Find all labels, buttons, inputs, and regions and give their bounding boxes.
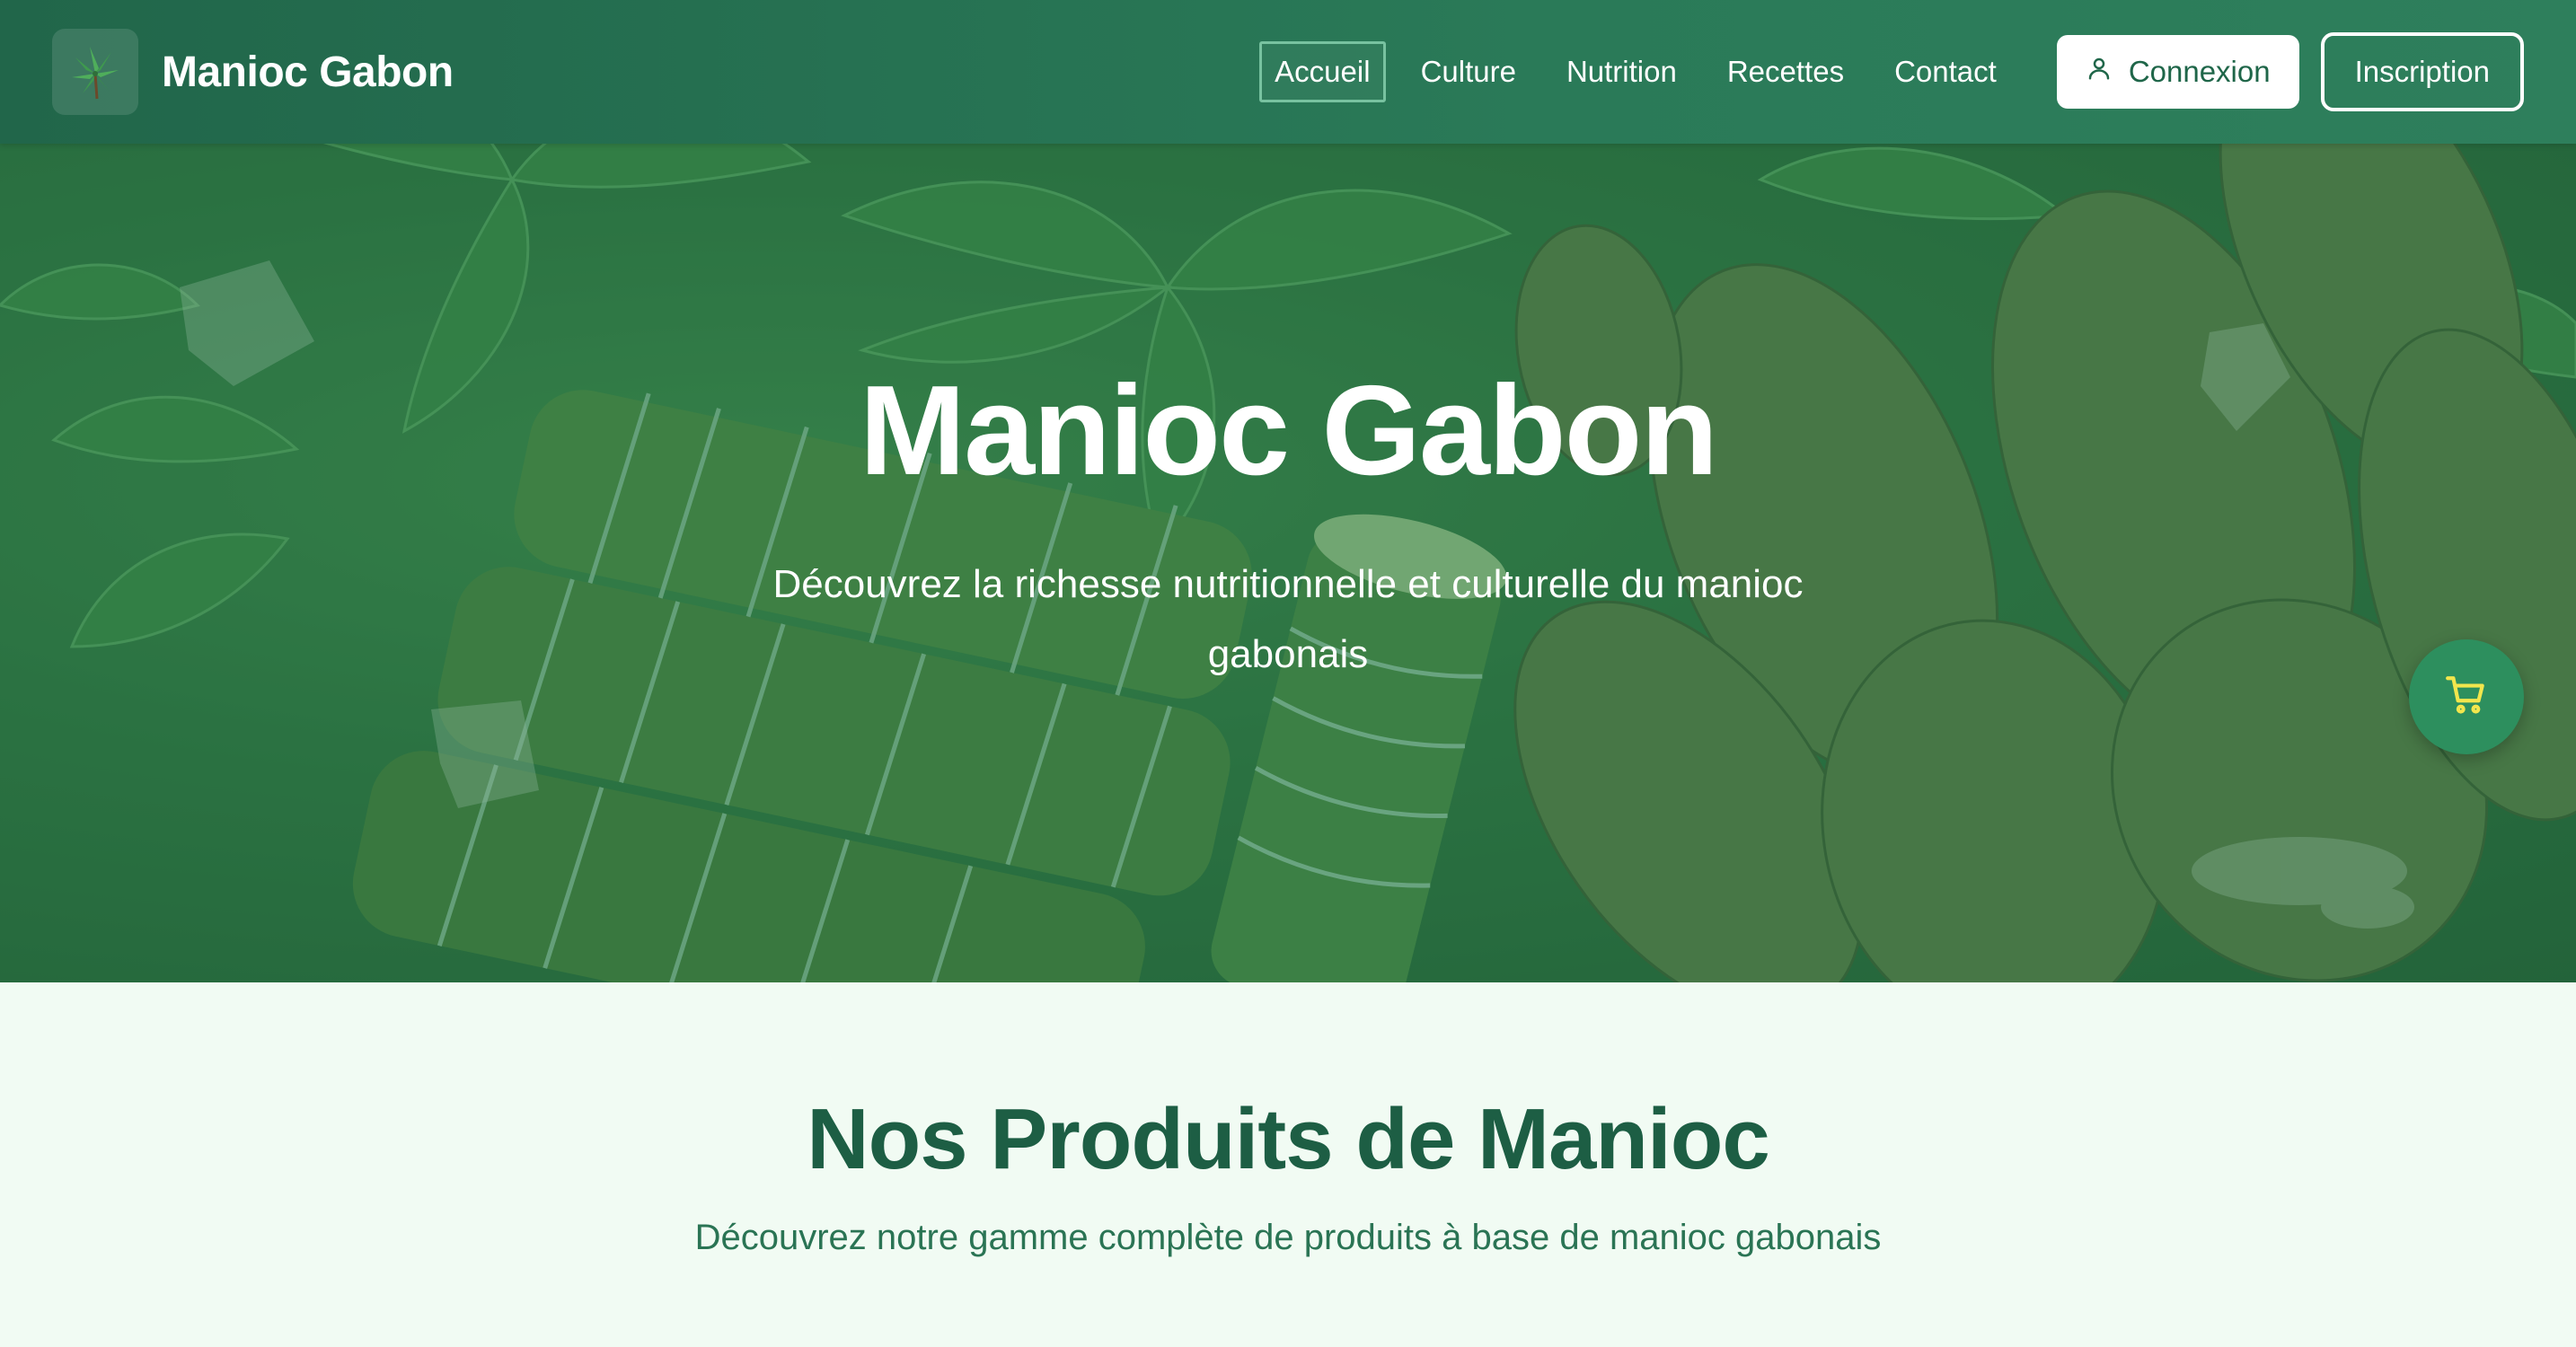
cassava-plant-icon bbox=[52, 29, 138, 115]
hero-section: Manioc Gabon Découvrez la richesse nutri… bbox=[0, 144, 2576, 982]
brand[interactable]: Manioc Gabon bbox=[52, 29, 454, 115]
hero-subtitle: Découvrez la richesse nutritionnelle et … bbox=[772, 562, 1804, 676]
nav-link-recettes[interactable]: Recettes bbox=[1712, 41, 1859, 102]
signup-button[interactable]: Inscription bbox=[2320, 32, 2524, 111]
products-title: Nos Produits de Manioc bbox=[807, 1091, 1769, 1187]
shopping-cart-icon bbox=[2444, 673, 2489, 722]
nav-link-culture[interactable]: Culture bbox=[1406, 41, 1531, 102]
main-nav: Accueil Culture Nutrition Recettes Conta… bbox=[1259, 41, 2012, 102]
products-section: Nos Produits de Manioc Découvrez notre g… bbox=[0, 982, 2576, 1347]
products-subtitle: Découvrez notre gamme complète de produi… bbox=[694, 1218, 1882, 1257]
login-button[interactable]: Connexion bbox=[2056, 35, 2299, 109]
cart-button[interactable] bbox=[2409, 639, 2524, 754]
nav-right: Accueil Culture Nutrition Recettes Conta… bbox=[1259, 32, 2524, 111]
nav-link-contact[interactable]: Contact bbox=[1879, 41, 2012, 102]
navbar: Manioc Gabon Accueil Culture Nutrition R… bbox=[0, 0, 2576, 144]
login-label: Connexion bbox=[2128, 55, 2271, 88]
user-icon bbox=[2086, 55, 2113, 89]
nav-link-accueil[interactable]: Accueil bbox=[1259, 41, 1386, 102]
nav-link-nutrition[interactable]: Nutrition bbox=[1551, 41, 1692, 102]
brand-name: Manioc Gabon bbox=[162, 48, 454, 96]
hero-title: Manioc Gabon bbox=[859, 359, 1718, 502]
page: Manioc Gabon Accueil Culture Nutrition R… bbox=[0, 0, 2576, 1347]
